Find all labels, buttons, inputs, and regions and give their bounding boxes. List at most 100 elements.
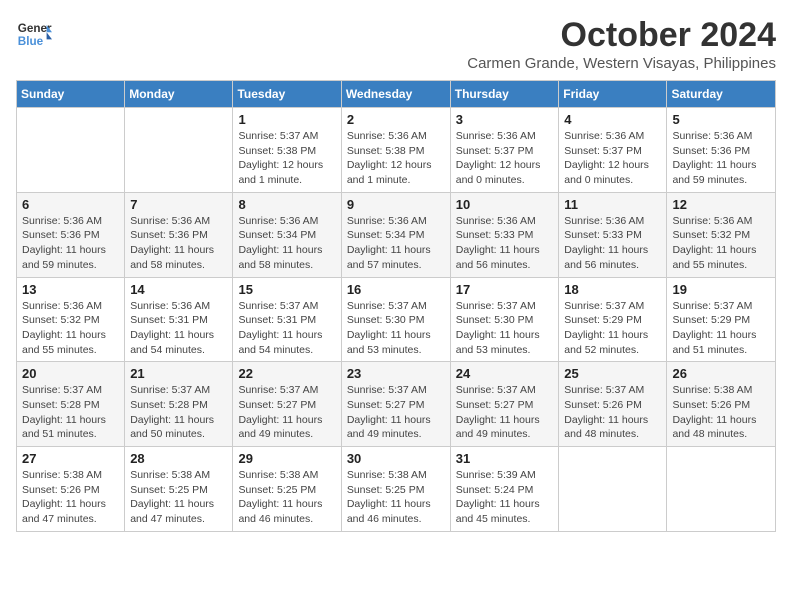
day-number: 6 [22,197,119,212]
day-info: Sunrise: 5:36 AM Sunset: 5:36 PM Dayligh… [672,129,770,188]
day-info: Sunrise: 5:36 AM Sunset: 5:37 PM Dayligh… [564,129,661,188]
day-number: 12 [672,197,770,212]
day-info: Sunrise: 5:38 AM Sunset: 5:25 PM Dayligh… [238,468,335,527]
calendar-cell: 27 Sunrise: 5:38 AM Sunset: 5:26 PM Dayli… [17,447,125,532]
weekday-header-sunday: Sunday [17,81,125,108]
calendar-cell: 30 Sunrise: 5:38 AM Sunset: 5:25 PM Dayli… [341,447,450,532]
calendar-cell: 2Sunrise: 5:36 AM Sunset: 5:38 PM Daylig… [341,108,450,193]
day-info: Sunrise: 5:37 AM Sunset: 5:29 PM Dayligh… [672,299,770,358]
calendar-week-2: 6 Sunrise: 5:36 AM Sunset: 5:36 PM Daylig… [17,192,776,277]
calendar-cell: 14 Sunrise: 5:36 AM Sunset: 5:31 PM Dayli… [125,277,233,362]
calendar-week-3: 13Sunrise: 5:36 AM Sunset: 5:32 PM Dayli… [17,277,776,362]
day-info: Sunrise: 5:36 AM Sunset: 5:32 PM Dayligh… [672,214,770,273]
calendar-cell: 20Sunrise: 5:37 AM Sunset: 5:28 PM Dayli… [17,362,125,447]
weekday-header-friday: Friday [559,81,667,108]
day-number: 27 [22,451,119,466]
calendar-cell: 1 Sunrise: 5:37 AM Sunset: 5:38 PM Daylig… [233,108,341,193]
day-number: 5 [672,112,770,127]
calendar-cell: 8 Sunrise: 5:36 AM Sunset: 5:34 PM Daylig… [233,192,341,277]
day-number: 23 [347,366,445,381]
weekday-header-tuesday: Tuesday [233,81,341,108]
day-info: Sunrise: 5:36 AM Sunset: 5:34 PM Dayligh… [238,214,335,273]
logo: General Blue [16,16,52,52]
location-subtitle: Carmen Grande, Western Visayas, Philippi… [467,55,776,72]
calendar-cell: 11Sunrise: 5:36 AM Sunset: 5:33 PM Dayli… [559,192,667,277]
calendar-cell [17,108,125,193]
day-info: Sunrise: 5:36 AM Sunset: 5:34 PM Dayligh… [347,214,445,273]
calendar-cell: 25 Sunrise: 5:37 AM Sunset: 5:26 PM Dayli… [559,362,667,447]
day-info: Sunrise: 5:39 AM Sunset: 5:24 PM Dayligh… [456,468,554,527]
calendar-cell: 29 Sunrise: 5:38 AM Sunset: 5:25 PM Dayli… [233,447,341,532]
month-title: October 2024 [467,16,776,55]
calendar-cell: 13Sunrise: 5:36 AM Sunset: 5:32 PM Dayli… [17,277,125,362]
calendar-cell: 16 Sunrise: 5:37 AM Sunset: 5:30 PM Dayli… [341,277,450,362]
day-number: 3 [456,112,554,127]
svg-text:Blue: Blue [18,35,44,48]
day-number: 26 [672,366,770,381]
day-info: Sunrise: 5:37 AM Sunset: 5:26 PM Dayligh… [564,383,661,442]
calendar-cell: 31 Sunrise: 5:39 AM Sunset: 5:24 PM Dayli… [450,447,559,532]
day-info: Sunrise: 5:38 AM Sunset: 5:26 PM Dayligh… [672,383,770,442]
day-number: 16 [347,282,445,297]
day-info: Sunrise: 5:36 AM Sunset: 5:37 PM Dayligh… [456,129,554,188]
day-info: Sunrise: 5:37 AM Sunset: 5:31 PM Dayligh… [238,299,335,358]
day-number: 8 [238,197,335,212]
day-info: Sunrise: 5:37 AM Sunset: 5:30 PM Dayligh… [347,299,445,358]
calendar-cell: 18 Sunrise: 5:37 AM Sunset: 5:29 PM Dayli… [559,277,667,362]
calendar-cell: 19 Sunrise: 5:37 AM Sunset: 5:29 PM Dayli… [667,277,776,362]
calendar-cell: 26 Sunrise: 5:38 AM Sunset: 5:26 PM Dayli… [667,362,776,447]
day-number: 25 [564,366,661,381]
day-info: Sunrise: 5:37 AM Sunset: 5:38 PM Dayligh… [238,129,335,188]
calendar-cell [559,447,667,532]
day-info: Sunrise: 5:38 AM Sunset: 5:25 PM Dayligh… [130,468,227,527]
calendar-week-1: 1 Sunrise: 5:37 AM Sunset: 5:38 PM Daylig… [17,108,776,193]
calendar-cell: 5 Sunrise: 5:36 AM Sunset: 5:36 PM Daylig… [667,108,776,193]
day-number: 29 [238,451,335,466]
day-number: 9 [347,197,445,212]
weekday-header-wednesday: Wednesday [341,81,450,108]
day-info: Sunrise: 5:37 AM Sunset: 5:28 PM Dayligh… [22,383,119,442]
day-number: 15 [238,282,335,297]
calendar-cell: 6 Sunrise: 5:36 AM Sunset: 5:36 PM Daylig… [17,192,125,277]
day-info: Sunrise: 5:37 AM Sunset: 5:27 PM Dayligh… [347,383,445,442]
calendar-cell: 24 Sunrise: 5:37 AM Sunset: 5:27 PM Dayli… [450,362,559,447]
day-number: 24 [456,366,554,381]
day-info: Sunrise: 5:36 AM Sunset: 5:31 PM Dayligh… [130,299,227,358]
day-info: Sunrise: 5:38 AM Sunset: 5:25 PM Dayligh… [347,468,445,527]
day-info: Sunrise: 5:37 AM Sunset: 5:28 PM Dayligh… [130,383,227,442]
page-header: General Blue October 2024 Carmen Grande,… [16,16,776,72]
day-number: 19 [672,282,770,297]
day-number: 7 [130,197,227,212]
day-info: Sunrise: 5:37 AM Sunset: 5:27 PM Dayligh… [456,383,554,442]
day-info: Sunrise: 5:36 AM Sunset: 5:36 PM Dayligh… [22,214,119,273]
day-number: 10 [456,197,554,212]
day-info: Sunrise: 5:36 AM Sunset: 5:32 PM Dayligh… [22,299,119,358]
day-number: 31 [456,451,554,466]
day-number: 14 [130,282,227,297]
title-block: October 2024 Carmen Grande, Western Visa… [467,16,776,72]
calendar-cell: 9 Sunrise: 5:36 AM Sunset: 5:34 PM Daylig… [341,192,450,277]
weekday-header-saturday: Saturday [667,81,776,108]
calendar-week-4: 20Sunrise: 5:37 AM Sunset: 5:28 PM Dayli… [17,362,776,447]
day-number: 30 [347,451,445,466]
calendar-cell: 23 Sunrise: 5:37 AM Sunset: 5:27 PM Dayli… [341,362,450,447]
day-info: Sunrise: 5:36 AM Sunset: 5:36 PM Dayligh… [130,214,227,273]
calendar-cell: 4Sunrise: 5:36 AM Sunset: 5:37 PM Daylig… [559,108,667,193]
day-number: 21 [130,366,227,381]
day-number: 28 [130,451,227,466]
day-info: Sunrise: 5:36 AM Sunset: 5:33 PM Dayligh… [564,214,661,273]
weekday-header-row: SundayMondayTuesdayWednesdayThursdayFrid… [17,81,776,108]
calendar-cell [667,447,776,532]
weekday-header-thursday: Thursday [450,81,559,108]
calendar-table: SundayMondayTuesdayWednesdayThursdayFrid… [16,80,776,532]
day-info: Sunrise: 5:38 AM Sunset: 5:26 PM Dayligh… [22,468,119,527]
calendar-cell: 12 Sunrise: 5:36 AM Sunset: 5:32 PM Dayli… [667,192,776,277]
calendar-week-5: 27 Sunrise: 5:38 AM Sunset: 5:26 PM Dayli… [17,447,776,532]
day-number: 17 [456,282,554,297]
calendar-cell: 15 Sunrise: 5:37 AM Sunset: 5:31 PM Dayli… [233,277,341,362]
day-number: 18 [564,282,661,297]
day-number: 22 [238,366,335,381]
day-info: Sunrise: 5:37 AM Sunset: 5:29 PM Dayligh… [564,299,661,358]
calendar-cell: 22Sunrise: 5:37 AM Sunset: 5:27 PM Dayli… [233,362,341,447]
day-number: 1 [238,112,335,127]
